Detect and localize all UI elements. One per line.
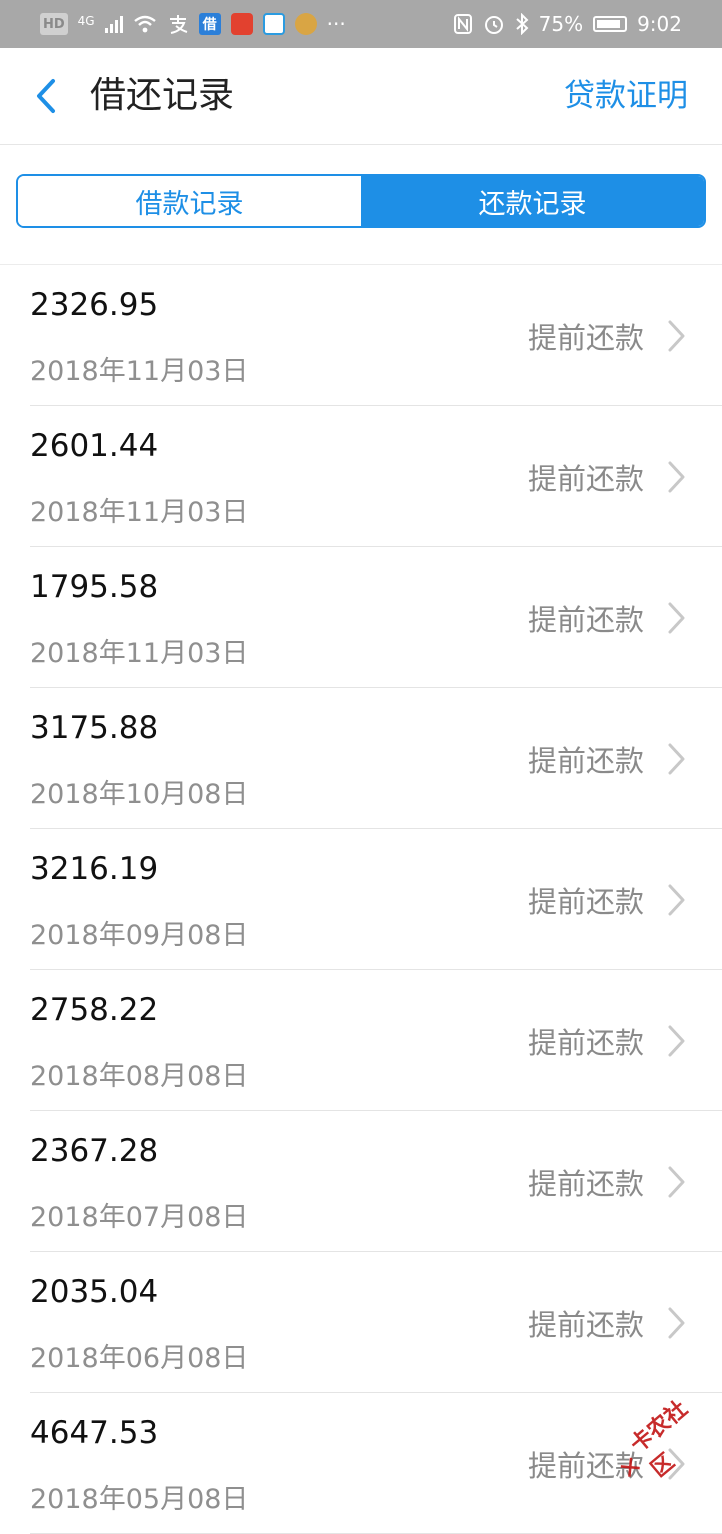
- chevron-right-icon: [668, 461, 685, 493]
- record-amount: 3216.19: [30, 851, 159, 887]
- record-amount: 2035.04: [30, 1274, 159, 1310]
- record-date: 2018年11月03日: [30, 638, 249, 669]
- record-type-segment: 借款记录 还款记录: [16, 174, 706, 228]
- prepay-label: 提前还款: [527, 885, 644, 919]
- chevron-right-icon: [668, 602, 685, 634]
- video-app-icon: [262, 13, 285, 35]
- clock-time: 9:02: [637, 12, 682, 36]
- record-amount: 2367.28: [30, 1133, 159, 1169]
- status-bar-right: 75% 9:02: [453, 12, 682, 36]
- battery-level: [597, 20, 620, 28]
- record-amount: 2326.95: [30, 287, 159, 323]
- prepay-label: 提前还款: [527, 1308, 644, 1342]
- record-date: 2018年11月03日: [30, 356, 249, 387]
- record-date: 2018年08月08日: [30, 1061, 249, 1092]
- chevron-right-icon: [668, 1166, 685, 1198]
- list-item[interactable]: 2367.28 2018年07月08日 提前还款: [30, 1111, 722, 1252]
- status-bar-left: HD 4G 借 ···: [40, 12, 346, 36]
- list-item[interactable]: 2758.22 2018年08月08日 提前还款: [30, 970, 722, 1111]
- record-amount: 2601.44: [30, 428, 159, 464]
- bluetooth-icon: [515, 13, 529, 35]
- prepay-label: 提前还款: [527, 321, 644, 355]
- record-date: 2018年06月08日: [30, 1343, 249, 1374]
- prepay-label: 提前还款: [527, 1026, 644, 1060]
- list-item[interactable]: 1795.58 2018年11月03日 提前还款: [30, 547, 722, 688]
- alipay-icon: [169, 15, 187, 34]
- nav-bar: 借还记录 贷款证明: [0, 48, 722, 145]
- battery-icon: [593, 16, 628, 32]
- prepay-label: 提前还款: [527, 603, 644, 637]
- prepay-label: 提前还款: [527, 744, 644, 778]
- more-notifications-icon: ···: [326, 12, 346, 36]
- record-date: 2018年09月08日: [30, 920, 249, 951]
- record-date: 2018年07月08日: [30, 1202, 249, 1233]
- list-item[interactable]: 2035.04 2018年06月08日 提前还款: [30, 1252, 722, 1393]
- record-amount: 1795.58: [30, 569, 159, 605]
- record-amount: 2758.22: [30, 992, 159, 1028]
- list-item[interactable]: 3216.19 2018年09月08日 提前还款: [30, 829, 722, 970]
- chevron-right-icon: [668, 743, 685, 775]
- jie-app-icon: 借: [198, 13, 221, 35]
- back-button[interactable]: [22, 72, 70, 120]
- loan-certificate-link[interactable]: 贷款证明: [564, 48, 688, 144]
- record-date: 2018年10月08日: [30, 779, 249, 810]
- hd-icon: HD: [40, 13, 68, 35]
- wifi-icon: [133, 15, 156, 33]
- network-type-label: 4G: [77, 14, 95, 28]
- repayment-record-list: 2326.95 2018年11月03日 提前还款 2601.44 2018年11…: [0, 265, 722, 1534]
- battery-percent: 75%: [538, 12, 584, 36]
- prepay-label: 提前还款: [527, 462, 644, 496]
- list-item[interactable]: 2601.44 2018年11月03日 提前还款: [30, 406, 722, 547]
- chevron-right-icon: [668, 1025, 685, 1057]
- record-date: 2018年11月03日: [30, 497, 249, 528]
- money-bag-app-icon: [294, 13, 317, 35]
- chevron-right-icon: [668, 884, 685, 916]
- chevron-right-icon: [668, 1307, 685, 1339]
- record-date: 2018年05月08日: [30, 1484, 249, 1515]
- chevron-left-icon: [37, 79, 55, 113]
- page-title: 借还记录: [90, 75, 235, 116]
- list-item[interactable]: 3175.88 2018年10月08日 提前还款: [30, 688, 722, 829]
- tab-borrow-records[interactable]: 借款记录: [18, 176, 361, 226]
- chevron-right-icon: [668, 320, 685, 352]
- tab-repayment-records[interactable]: 还款记录: [361, 176, 704, 226]
- prepay-label: 提前还款: [527, 1167, 644, 1201]
- signal-icon: [104, 15, 123, 33]
- nfc-icon: [453, 14, 472, 34]
- alarm-icon: [484, 16, 503, 34]
- status-bar: HD 4G 借 ··· 75% 9:02: [0, 0, 722, 48]
- record-amount: 3175.88: [30, 710, 159, 746]
- red-app-icon: [230, 13, 253, 35]
- record-amount: 4647.53: [30, 1415, 159, 1451]
- list-item[interactable]: 2326.95 2018年11月03日 提前还款: [30, 265, 722, 406]
